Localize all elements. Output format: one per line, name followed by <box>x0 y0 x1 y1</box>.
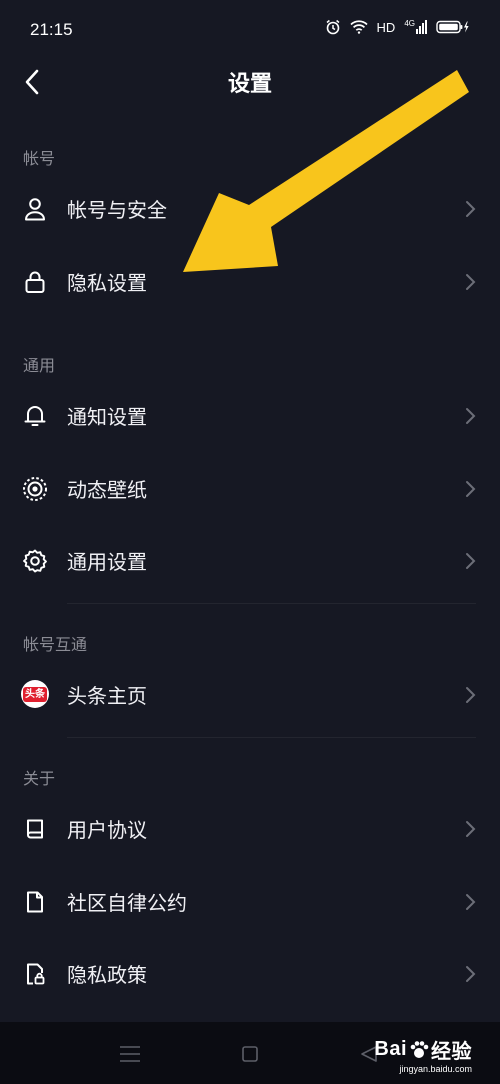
status-time: 21:15 <box>30 20 73 39</box>
settings-item-label: 通用设置 <box>67 550 147 574</box>
baidu-jingyan-watermark: Bai 经验 jingyan.baidu.com <box>374 1038 472 1074</box>
section-label-about: 关于 <box>23 769 56 788</box>
alarm-icon <box>326 19 340 35</box>
live-wallpaper-icon <box>23 477 47 501</box>
settings-item-label: 社区自律公约 <box>67 891 187 915</box>
battery-icon <box>436 20 469 34</box>
settings-item-general[interactable]: 通用设置 <box>0 530 500 590</box>
privacy-doc-icon <box>27 963 45 985</box>
settings-item-label: 用户协议 <box>67 818 147 842</box>
settings-item-live-wallpaper[interactable]: 动态壁纸 <box>0 458 500 518</box>
section-label-account: 帐号 <box>23 149 56 168</box>
header: 设置 <box>0 60 500 104</box>
settings-item-label: 动态壁纸 <box>67 478 147 502</box>
hd-label: HD <box>376 19 396 35</box>
menu-icon[interactable] <box>119 1045 141 1063</box>
section-label-account-linking: 帐号互通 <box>23 635 88 654</box>
chevron-right-icon <box>466 274 476 290</box>
wifi-icon <box>349 20 368 34</box>
home-icon[interactable] <box>241 1045 259 1063</box>
cell-signal-icon: 4G <box>404 20 427 34</box>
status-icons: HD 4G <box>325 19 470 35</box>
settings-item-user-agreement[interactable]: 用户协议 <box>0 798 500 858</box>
settings-item-toutiao-homepage[interactable]: 头条 头条主页 <box>0 664 500 724</box>
gear-icon <box>23 549 47 573</box>
settings-item-label: 帐号与安全 <box>67 198 167 222</box>
paw-icon <box>410 1040 429 1058</box>
settings-item-label: 头条主页 <box>67 684 147 708</box>
settings-item-notifications[interactable]: 通知设置 <box>0 385 500 445</box>
chevron-right-icon <box>466 687 476 703</box>
chevron-right-icon <box>466 821 476 837</box>
chevron-right-icon <box>466 894 476 910</box>
settings-item-account-security[interactable]: 帐号与安全 <box>0 178 500 238</box>
chevron-right-icon <box>466 408 476 424</box>
chevron-right-icon <box>466 481 476 497</box>
bell-icon <box>24 406 46 426</box>
chevron-right-icon <box>466 966 476 982</box>
divider <box>67 603 476 604</box>
page-title: 设置 <box>227 72 272 97</box>
settings-item-privacy[interactable]: 隐私设置 <box>0 251 500 311</box>
status-bar: 21:15 HD 4G <box>0 0 500 60</box>
user-icon <box>25 198 45 221</box>
section-label-general: 通用 <box>23 356 56 375</box>
book-icon <box>27 819 43 839</box>
settings-item-privacy-policy[interactable]: 隐私政策 <box>0 943 500 1003</box>
chevron-right-icon <box>466 201 476 217</box>
settings-item-label: 隐私政策 <box>67 963 147 987</box>
settings-item-community-guidelines[interactable]: 社区自律公约 <box>0 871 500 931</box>
settings-item-label: 隐私设置 <box>67 271 147 295</box>
divider <box>67 737 476 738</box>
toutiao-logo-icon: 头条 <box>21 680 49 708</box>
chevron-right-icon <box>466 553 476 569</box>
lock-icon <box>25 271 45 293</box>
settings-item-label: 通知设置 <box>67 405 147 429</box>
document-icon <box>27 891 43 913</box>
